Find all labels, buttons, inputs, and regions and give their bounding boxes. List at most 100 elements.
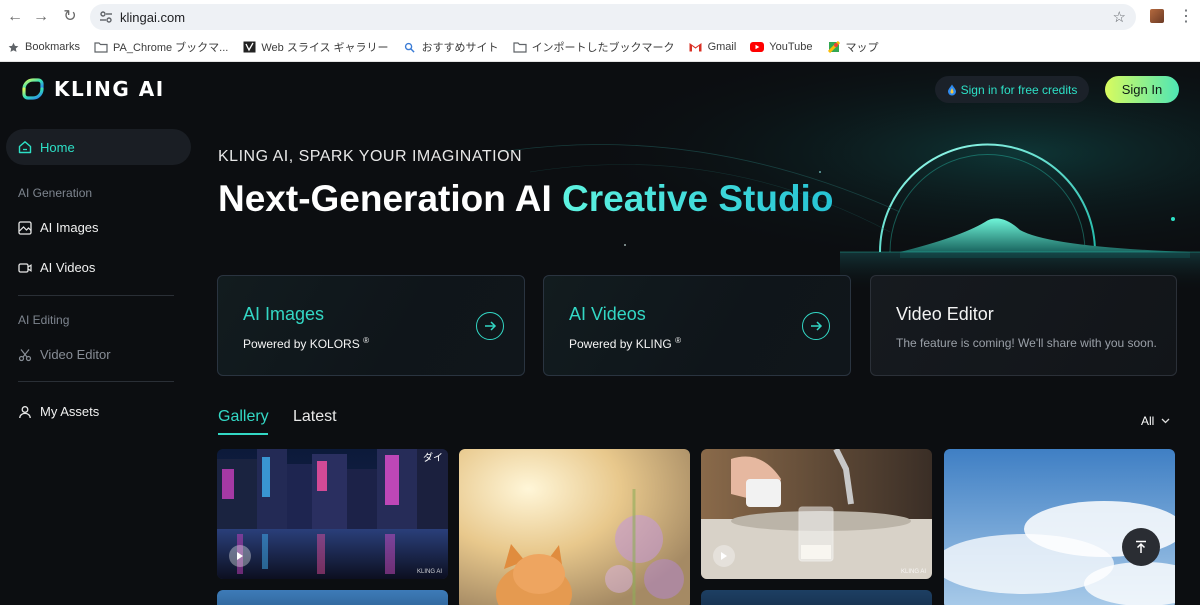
gallery-thumbnail-city-night[interactable]: ダイ KLING AI — [217, 449, 448, 579]
sidebar-item-my-assets[interactable]: My Assets — [18, 404, 99, 419]
chevron-down-icon — [1161, 418, 1170, 424]
star-icon — [6, 41, 20, 53]
bookmarks-bar: Bookmarks PA_Chrome ブックマ... Web スライス ギャラ… — [0, 36, 1200, 58]
reload-icon[interactable]: ↻ — [59, 6, 81, 28]
sidebar-item-label: Home — [40, 139, 75, 155]
sky-clouds-image — [944, 449, 1175, 605]
bookmark-item[interactable]: おすすめサイト — [403, 39, 499, 55]
card-subtitle: Powered by KLING ® — [569, 336, 681, 351]
sidebar-item-label: My Assets — [40, 404, 100, 419]
bookmark-item[interactable]: Gmail — [689, 41, 737, 53]
bookmark-label: Bookmarks — [25, 41, 81, 53]
arrow-up-to-top-icon — [1136, 540, 1146, 553]
sidebar-item-ai-videos[interactable]: AI Videos — [18, 260, 95, 275]
card-subtitle-text: Powered by KOLORS — [243, 337, 360, 351]
url-text[interactable]: klingai.com — [120, 10, 185, 25]
milk-pour-image — [701, 449, 932, 579]
tab-active-indicator — [218, 433, 268, 435]
watermark: KLING AI — [900, 569, 926, 575]
gmail-icon — [689, 41, 703, 53]
youtube-icon — [750, 41, 765, 53]
hero-headline: Next-Generation AI Creative Studio — [218, 178, 833, 220]
menu-kebab-icon[interactable]: ⋮ — [1178, 6, 1194, 26]
sidebar-divider — [18, 295, 174, 296]
hero-headline-main: Next-Generation AI — [218, 178, 563, 219]
sidebar-item-label: AI Videos — [40, 260, 96, 275]
bookmark-item[interactable]: PA_Chrome ブックマ... — [94, 39, 228, 55]
bookmark-item[interactable]: YouTube — [750, 41, 813, 53]
card-subtitle: Powered by KOLORS ® — [243, 336, 369, 351]
gallery-thumbnail-milk-pour[interactable]: KLING AI — [701, 449, 932, 579]
folder-icon — [94, 41, 108, 53]
bookmark-star-icon[interactable]: ☆ — [1113, 8, 1126, 26]
folder-icon — [512, 41, 527, 53]
user-icon — [19, 405, 31, 418]
hero-headline-accent: Creative Studio — [562, 178, 834, 219]
forward-icon[interactable]: → — [30, 6, 52, 28]
video-camera-icon — [18, 262, 32, 273]
bookmark-item[interactable]: Web スライス ギャラリー — [242, 39, 389, 55]
sidebar-item-ai-images[interactable]: AI Images — [18, 220, 99, 235]
image-icon — [18, 220, 32, 235]
sidebar-item-video-editor[interactable]: Video Editor — [18, 347, 111, 362]
gallery-thumbnail[interactable] — [217, 590, 448, 605]
kling-logo-icon — [22, 78, 44, 100]
bookmark-label: Gmail — [707, 41, 737, 53]
tab-gallery[interactable]: Gallery — [218, 408, 269, 426]
bookmark-item[interactable]: Bookmarks — [6, 41, 80, 53]
play-icon[interactable] — [713, 545, 735, 567]
free-credits-label: Sign in for free credits — [960, 82, 1078, 97]
back-icon[interactable]: ← — [4, 6, 26, 28]
maps-icon — [827, 41, 841, 53]
card-subtitle: The feature is coming! We'll share with … — [896, 336, 1157, 350]
bookmark-item[interactable]: インポートしたブックマーク — [512, 39, 675, 55]
sign-in-button[interactable]: Sign In — [1105, 76, 1179, 103]
sidebar-item-label: Video Editor — [40, 347, 111, 362]
card-title: Video Editor — [896, 304, 994, 324]
filter-value: All — [1141, 414, 1155, 428]
sidebar-item-label: AI Images — [40, 220, 99, 235]
hero-tagline: KLING AI, SPARK YOUR IMAGINATION — [218, 148, 523, 165]
address-bar[interactable]: klingai.com ☆ — [90, 4, 1136, 30]
sidebar-item-home[interactable]: Home — [6, 129, 191, 165]
watermark: KLING AI — [416, 569, 442, 575]
play-icon[interactable] — [229, 545, 251, 567]
search-icon — [403, 41, 417, 53]
card-title: AI Images — [243, 304, 325, 324]
gallery-thumbnail-sky[interactable] — [944, 449, 1175, 605]
sidebar-divider — [18, 381, 174, 382]
profile-avatar[interactable] — [1150, 9, 1164, 23]
feature-card-video-editor: Video Editor The feature is coming! We'l… — [870, 275, 1177, 376]
bookmark-label: YouTube — [769, 41, 813, 53]
svg-text:ダイ: ダイ — [423, 451, 443, 464]
feature-card-ai-videos[interactable]: AI Videos Powered by KLING ® — [543, 275, 851, 376]
city-night-image: ダイ — [217, 449, 448, 579]
card-title: AI Videos — [569, 304, 646, 324]
filter-dropdown[interactable]: All — [1141, 414, 1170, 428]
kling-logo[interactable]: KLING AI — [20, 76, 165, 102]
registered-mark: ® — [675, 336, 681, 345]
arrow-right-icon[interactable] — [802, 312, 830, 340]
free-credits-button[interactable]: Sign in for free credits — [935, 76, 1089, 103]
kitten-flowers-image — [459, 449, 690, 605]
gallery-thumbnail[interactable] — [701, 590, 932, 605]
registered-mark: ® — [363, 336, 369, 345]
sidebar-section-editing: AI Editing — [18, 313, 70, 327]
bookmark-label: PA_Chrome ブックマ... — [113, 42, 229, 54]
tab-latest[interactable]: Latest — [293, 408, 337, 426]
bookmark-label: おすすめサイト — [421, 42, 499, 54]
kling-app: KLING AI Sign in for free credits Sign I… — [0, 62, 1200, 605]
gallery-thumbnail-kitten[interactable] — [459, 449, 690, 605]
bookmark-label: Web スライス ギャラリー — [261, 42, 389, 54]
browser-chrome: ← → ↻ klingai.com ☆ ⋮ Bookmarks PA_Chrom… — [0, 0, 1200, 62]
arrow-right-icon[interactable] — [476, 312, 504, 340]
back-to-top-button[interactable] — [1122, 528, 1160, 566]
bookmark-label: マップ — [845, 42, 879, 54]
web-slice-icon — [242, 41, 256, 53]
sidebar-section-generation: AI Generation — [18, 186, 93, 200]
site-settings-icon[interactable] — [98, 9, 114, 25]
card-subtitle-text: Powered by KLING — [569, 337, 672, 351]
bookmark-item[interactable]: マップ — [827, 39, 879, 55]
feature-card-ai-images[interactable]: AI Images Powered by KOLORS ® — [217, 275, 525, 376]
brand-name: KLING AI — [54, 77, 165, 101]
